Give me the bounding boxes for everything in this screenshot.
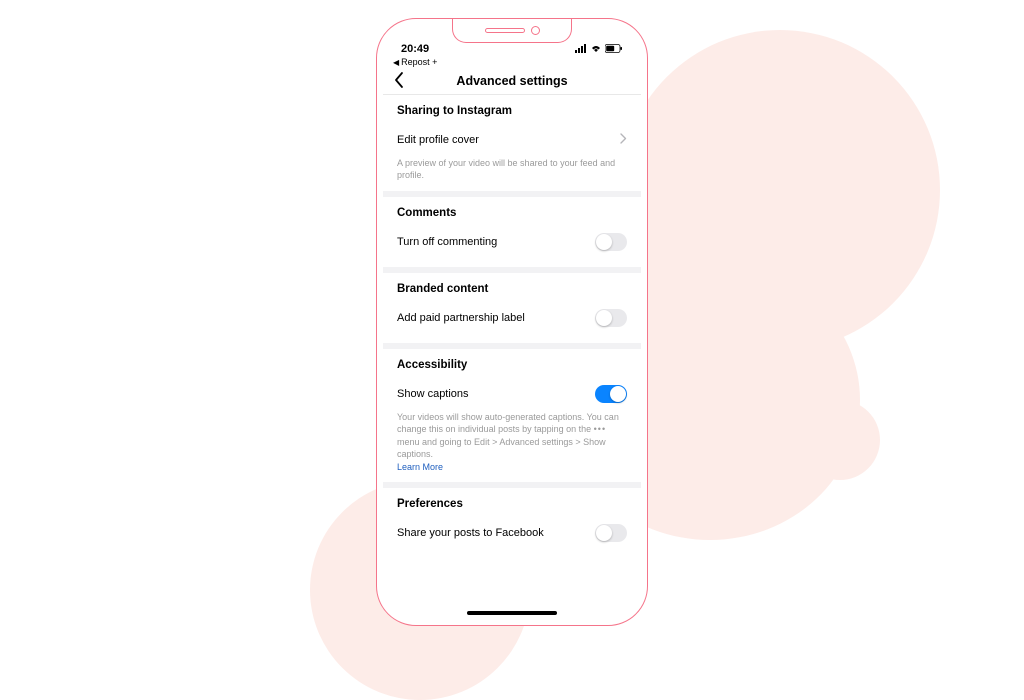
status-icons (575, 44, 623, 55)
chevron-right-icon (620, 133, 627, 147)
section-preferences: Preferences Share your posts to Facebook (383, 488, 641, 558)
section-sharing: Sharing to Instagram Edit profile cover … (383, 95, 641, 197)
phone-notch (452, 19, 572, 43)
toggle-show-captions[interactable] (595, 385, 627, 403)
section-comments: Comments Turn off commenting (383, 197, 641, 273)
section-title-comments: Comments (397, 207, 627, 219)
section-accessibility: Accessibility Show captions Your videos … (383, 349, 641, 488)
ellipsis-icon: ••• (594, 424, 606, 434)
row-label: Share your posts to Facebook (397, 527, 544, 539)
row-label: Add paid partnership label (397, 312, 525, 324)
back-triangle-icon: ◀ (393, 58, 399, 67)
back-button[interactable] (393, 71, 405, 94)
back-app-label: Repost + (401, 57, 437, 67)
toggle-turn-off-commenting[interactable] (595, 233, 627, 251)
row-show-captions: Show captions (397, 383, 627, 405)
row-share-to-facebook: Share your posts to Facebook (397, 522, 627, 544)
toggle-share-facebook[interactable] (595, 524, 627, 542)
wifi-icon (590, 44, 602, 55)
home-indicator[interactable] (467, 611, 557, 615)
signal-icon (575, 44, 587, 55)
accessibility-hint: Your videos will show auto-generated cap… (397, 411, 627, 460)
ios-back-to-app[interactable]: ◀ Repost + (383, 55, 641, 67)
page-title: Advanced settings (456, 74, 567, 88)
row-turn-off-commenting: Turn off commenting (397, 231, 627, 253)
section-title-accessibility: Accessibility (397, 359, 627, 371)
learn-more-link[interactable]: Learn More (397, 462, 627, 472)
hint-part-2: menu and going to Edit > Advanced settin… (397, 437, 606, 459)
row-label: Show captions (397, 388, 469, 400)
row-paid-partnership: Add paid partnership label (397, 307, 627, 329)
phone-screen: 20:49 ◀ Repost + Advanced settings (383, 25, 641, 619)
row-label: Turn off commenting (397, 236, 497, 248)
status-time: 20:49 (401, 43, 429, 55)
nav-bar: Advanced settings (383, 67, 641, 95)
section-title-branded: Branded content (397, 283, 627, 295)
battery-icon (605, 44, 623, 55)
settings-content: Sharing to Instagram Edit profile cover … (383, 95, 641, 619)
hint-part-1: Your videos will show auto-generated cap… (397, 412, 619, 434)
row-edit-profile-cover[interactable]: Edit profile cover (397, 129, 627, 151)
toggle-paid-partnership[interactable] (595, 309, 627, 327)
phone-frame: 20:49 ◀ Repost + Advanced settings (376, 18, 648, 626)
row-label: Edit profile cover (397, 134, 479, 146)
chevron-left-icon (393, 71, 405, 89)
section-title-preferences: Preferences (397, 498, 627, 510)
sharing-hint: A preview of your video will be shared t… (397, 157, 627, 181)
section-branded-content: Branded content Add paid partnership lab… (383, 273, 641, 349)
section-title-sharing: Sharing to Instagram (397, 105, 627, 117)
